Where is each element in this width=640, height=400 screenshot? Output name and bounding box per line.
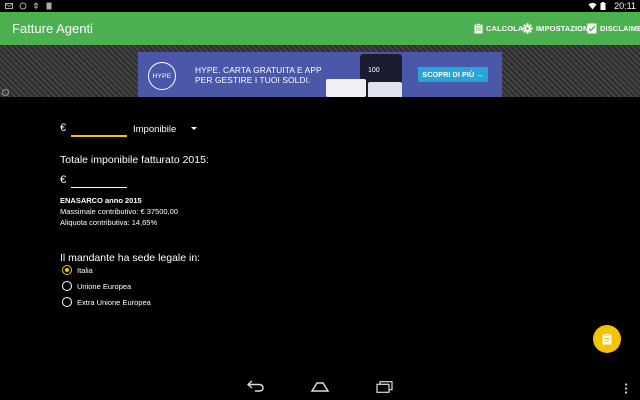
clock-time: 20:11 [614, 1, 636, 11]
dropdown-arrow-icon[interactable] [191, 127, 197, 130]
amount-type-dropdown[interactable]: Imponibile [133, 124, 176, 135]
radio-button[interactable] [62, 297, 72, 307]
wifi-icon [588, 2, 597, 10]
mail-icon [5, 3, 13, 9]
ad-text-line2: PER GESTIRE I TUOI SOLDI. [195, 75, 311, 85]
navigation-bar [0, 376, 640, 400]
radio-label: Extra Unione Europea [77, 297, 151, 307]
sync-icon [19, 2, 27, 10]
impostazioni-button[interactable]: IMPOSTAZIONI [522, 12, 591, 45]
radio-label: Italia [77, 265, 93, 275]
battery-icon [600, 2, 606, 10]
impostazioni-label: IMPOSTAZIONI [536, 24, 591, 33]
ad-text: HYPE. CARTA GRATUITA E APP PER GESTIRE I… [195, 65, 345, 85]
home-icon[interactable] [311, 382, 329, 392]
sede-heading: Il mandante ha sede legale in: [60, 252, 201, 264]
gear-icon [522, 23, 533, 34]
radio-button-selected[interactable] [62, 265, 72, 275]
radio-label: Unione Europea [77, 281, 132, 291]
massimale-text: Massimale contributivo: € 37500,00 [60, 207, 178, 216]
radio-unione-europea[interactable]: Unione Europea [62, 281, 131, 291]
total-currency-symbol: € [60, 174, 67, 186]
clipboard-icon [602, 333, 612, 345]
status-bar: 20:11 [0, 0, 640, 12]
ad-info-icon[interactable] [2, 89, 9, 96]
clipboard-icon [474, 23, 483, 34]
usb-icon [33, 2, 39, 10]
total-heading: Totale imponibile fatturato 2015: [60, 154, 209, 166]
back-icon[interactable] [247, 380, 264, 392]
calcola-button[interactable]: CALCOLA [474, 12, 523, 45]
ad-text-line1: HYPE. CARTA GRATUITA E APP [195, 65, 322, 75]
disclaimer-label: DISCLAIMER [600, 24, 640, 33]
calculate-fab[interactable] [593, 325, 621, 353]
radio-button[interactable] [62, 281, 72, 291]
ad-cta-button[interactable]: SCOPRI DI PIÙ → [418, 67, 488, 82]
ad-banner[interactable]: HYPE HYPE. CARTA GRATUITA E APP PER GEST… [138, 52, 502, 97]
action-bar: Fatture Agenti CALCOLA IMPOSTAZIONI DISC… [0, 12, 640, 45]
aliquota-text: Aliquota contributiva: 14,65% [60, 218, 158, 227]
radio-italia[interactable]: Italia [62, 265, 93, 275]
calcola-label: CALCOLA [486, 24, 524, 33]
ad-card-image [326, 79, 366, 97]
ad-phone-value: 100 [368, 67, 380, 74]
recents-icon[interactable] [376, 381, 393, 393]
enasarco-title: ENASARCO anno 2015 [60, 196, 142, 205]
disclaimer-button[interactable]: DISCLAIMER [587, 12, 640, 45]
amount-input[interactable] [71, 125, 127, 137]
overflow-menu-icon[interactable] [624, 383, 628, 394]
ad-card-image-2 [368, 82, 402, 97]
download-icon [46, 2, 52, 10]
checklist-icon [587, 23, 597, 34]
app-title: Fatture Agenti [12, 21, 93, 36]
currency-symbol: € [60, 122, 67, 134]
ad-logo: HYPE [148, 62, 176, 90]
total-input[interactable] [71, 177, 127, 188]
radio-extra-ue[interactable]: Extra Unione Europea [62, 297, 151, 307]
